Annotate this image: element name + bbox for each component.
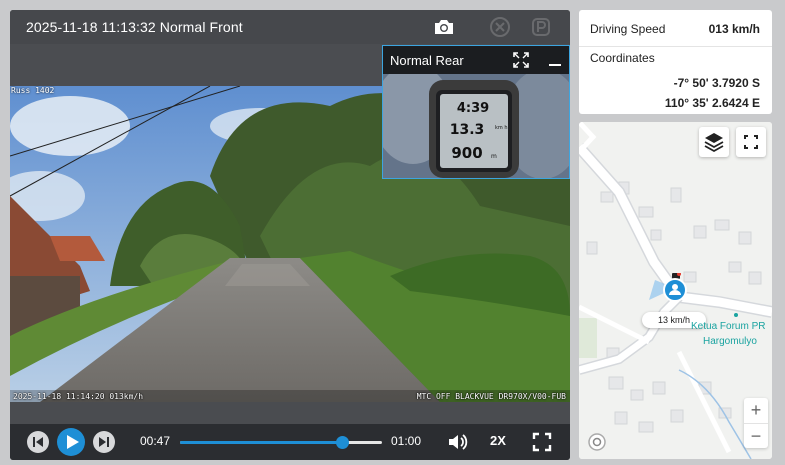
- map-fullscreen-icon[interactable]: [736, 127, 766, 157]
- zoom-out-button[interactable]: −: [744, 423, 768, 448]
- progress-bar[interactable]: [180, 436, 382, 449]
- event-icon: [488, 15, 512, 39]
- vehicle-marker-icon[interactable]: [662, 272, 690, 303]
- duration: 01:00: [391, 434, 422, 448]
- zoom-in-button[interactable]: +: [744, 398, 768, 423]
- latitude-value: -7° 50' 3.7920 S: [673, 76, 760, 90]
- driving-speed-label: Driving Speed: [590, 22, 666, 36]
- longitude-value: 110° 35' 2.6424 E: [664, 96, 760, 110]
- skip-back-icon[interactable]: [26, 430, 50, 454]
- osd-timestamp: 2025-11-18 11:14:20 013km/h: [13, 392, 144, 401]
- video-title-bar: 2025-11-18 11:13:32 Normal Front: [10, 10, 570, 44]
- rear-meter-speed-unit: km h: [495, 125, 508, 131]
- rear-meter-time: 4:39: [457, 101, 489, 116]
- rear-pip-label: Normal Rear: [390, 53, 464, 68]
- volume-icon[interactable]: [447, 431, 469, 453]
- expand-icon[interactable]: [513, 52, 529, 68]
- zoom-control: + −: [744, 398, 768, 448]
- map-view[interactable]: 13 km/h Ketua Forum PR Hargomulyo + −: [579, 122, 772, 459]
- skip-forward-icon[interactable]: [92, 430, 116, 454]
- playback-controls: 00:47 01:00 2X: [10, 424, 570, 460]
- video-title: 2025-11-18 11:13:32 Normal Front: [26, 19, 243, 35]
- driving-speed-value: 013 km/h: [708, 22, 760, 36]
- play-icon[interactable]: [56, 427, 86, 457]
- rear-camera-image: 4:39 13.3 km h 900 m: [383, 74, 569, 178]
- divider: [579, 46, 772, 47]
- rear-meter-speed: 13.3: [450, 122, 485, 138]
- fullscreen-icon[interactable]: [532, 432, 552, 452]
- poi-label-sub[interactable]: Hargomulyo: [703, 336, 757, 347]
- map-logo-icon[interactable]: [587, 432, 607, 452]
- rear-meter-distance: 900: [451, 144, 482, 162]
- progress-fill: [180, 441, 342, 444]
- info-card: Driving Speed 013 km/h Coordinates -7° 5…: [579, 10, 772, 114]
- layers-icon[interactable]: [699, 127, 729, 157]
- osd-device-info: MTC OFF BLACKVUE DR970X/V00-FUB: [416, 392, 566, 401]
- coordinates-label: Coordinates: [590, 51, 655, 65]
- playback-rate-button[interactable]: 2X: [490, 433, 506, 448]
- camera-icon[interactable]: [432, 15, 456, 39]
- current-time: 00:47: [140, 434, 171, 448]
- dashcam-viewer: 2025-11-18 11:13:32 Normal Front Russ 14…: [0, 0, 785, 465]
- poi-label[interactable]: Ketua Forum PR: [691, 321, 765, 332]
- rear-pip-header: Normal Rear: [383, 46, 569, 74]
- video-panel: 2025-11-18 11:13:32 Normal Front Russ 14…: [10, 10, 570, 460]
- rear-camera-pip[interactable]: Normal Rear 4:39 13.3 km h 900 m: [382, 45, 570, 179]
- rear-meter-distance-unit: m: [491, 153, 497, 160]
- progress-handle[interactable]: [335, 436, 349, 449]
- osd-top-label: Russ 1402: [11, 86, 55, 95]
- minimize-icon[interactable]: [547, 52, 563, 68]
- parking-icon: [529, 15, 553, 39]
